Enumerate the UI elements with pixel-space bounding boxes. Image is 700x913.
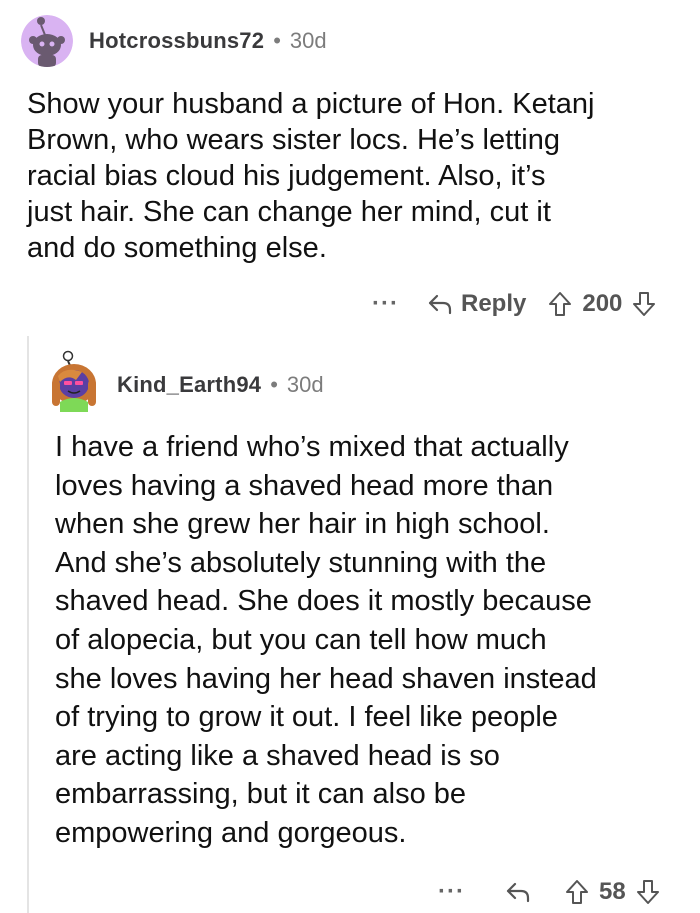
comment-line: racial bias cloud his judgement. Also, i… (27, 160, 546, 192)
comment-line: of trying to grow it out. I feel like pe… (55, 701, 558, 734)
comment-body: I have a friend who’s mixed that actuall… (55, 428, 597, 853)
comment-header: Hotcrossbuns72 • 30d (89, 28, 327, 54)
comment-line: empowering and gorgeous. (55, 816, 407, 849)
comment-line: of alopecia, but you can tell how much (55, 623, 547, 656)
comment-line: she loves having her head shaven instead (55, 662, 597, 695)
thread-line[interactable] (27, 336, 29, 913)
comment-line: shaved head. She does it mostly because (55, 585, 592, 618)
comment-actions: ··· 58 (438, 878, 660, 906)
comment-age: 30d (289, 28, 327, 53)
downvote-icon[interactable] (636, 879, 660, 905)
comment-age: 30d (286, 372, 324, 397)
reply-arrow-icon[interactable] (505, 881, 531, 903)
comment-line: when she grew her hair in high school. (55, 508, 550, 541)
vote-score: 58 (598, 878, 626, 905)
comment-header: Kind_Earth94 • 30d (117, 372, 324, 398)
comment-actions: ··· Reply 200 (372, 290, 656, 318)
comment-line: and do something else. (27, 232, 327, 264)
separator-dot: • (270, 372, 278, 397)
snoo-avatar-icon (21, 15, 73, 67)
reply-arrow-icon[interactable] (427, 293, 453, 315)
upvote-icon[interactable] (565, 879, 589, 905)
separator-dot: • (273, 28, 281, 53)
comment-line: just hair. She can change her mind, cut … (27, 196, 551, 228)
comment-line: Brown, who wears sister locs. He’s letti… (27, 124, 560, 156)
comment-line: are acting like a shaved head is so (55, 739, 500, 772)
user-avatar[interactable] (21, 15, 73, 67)
more-options-button[interactable]: ··· (372, 290, 399, 318)
reply-button[interactable]: Reply (461, 290, 526, 318)
username[interactable]: Kind_Earth94 (117, 372, 261, 398)
comment-line: I have a friend who’s mixed that actuall… (55, 431, 569, 463)
username[interactable]: Hotcrossbuns72 (89, 28, 264, 54)
user-avatar[interactable] (46, 350, 102, 412)
comment-line: embarrassing, but it can also be (55, 778, 467, 811)
comment-line: loves having a shaved head more than (55, 469, 554, 502)
more-options-button[interactable]: ··· (438, 878, 465, 906)
upvote-icon[interactable] (548, 291, 572, 317)
comment-line: Show your husband a picture of Hon. Keta… (27, 88, 595, 120)
snoo-avatar-icon (52, 350, 96, 412)
downvote-icon[interactable] (632, 291, 656, 317)
vote-score: 200 (582, 290, 623, 317)
comment-line: And she’s absolutely stunning with the (55, 546, 547, 579)
comment-body: Show your husband a picture of Hon. Keta… (27, 86, 594, 266)
